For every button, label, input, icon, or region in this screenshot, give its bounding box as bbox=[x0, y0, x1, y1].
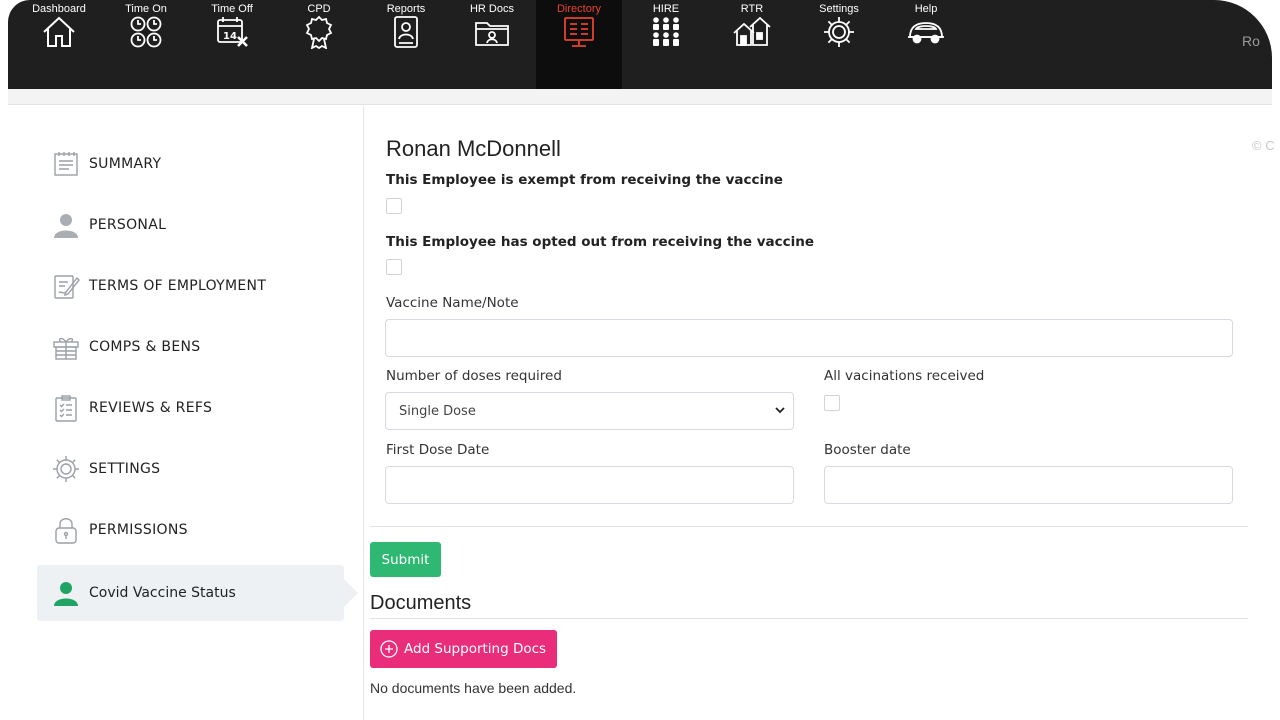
sidebar: SUMMARY PERSONAL TERMS OF EMPLOYMENT COM… bbox=[0, 106, 364, 720]
all-received-checkbox[interactable] bbox=[824, 395, 840, 411]
add-supporting-docs-label: Add Supporting Docs bbox=[404, 641, 547, 657]
nav-item-time-off[interactable]: 14 Time Off bbox=[189, 0, 275, 89]
report-icon bbox=[386, 14, 426, 50]
people-grid-icon bbox=[646, 14, 686, 50]
nav-item-dashboard[interactable]: Dashboard bbox=[16, 0, 102, 89]
submit-button[interactable]: Submit bbox=[370, 542, 441, 577]
nav-item-help[interactable]: Help bbox=[883, 0, 969, 89]
sidebar-item-covid-vaccine-status[interactable]: Covid Vaccine Status bbox=[37, 565, 358, 621]
top-navigation-bar: Dashboard Time On 14 Time Off CPD Report… bbox=[8, 0, 1272, 89]
nav-item-directory[interactable]: Directory bbox=[536, 0, 622, 89]
summary-icon bbox=[51, 149, 81, 179]
nav-underline bbox=[8, 89, 1272, 105]
lock-icon bbox=[51, 515, 81, 545]
car-icon bbox=[906, 14, 946, 50]
clock-grid-icon bbox=[126, 14, 166, 50]
optout-label: This Employee has opted out from receivi… bbox=[386, 234, 815, 250]
doses-label: Number of doses required bbox=[386, 368, 562, 384]
no-documents-text: No documents have been added. bbox=[370, 680, 577, 696]
award-icon bbox=[299, 14, 339, 50]
copyright-text: © C bbox=[1252, 138, 1275, 153]
documents-title: Documents bbox=[370, 592, 472, 614]
employee-name: Ronan McDonnell bbox=[386, 136, 561, 161]
doses-select-value: Single Dose bbox=[399, 403, 476, 419]
optout-checkbox[interactable] bbox=[386, 259, 402, 275]
chevron-down-icon bbox=[775, 407, 785, 414]
plus-circle-icon bbox=[380, 640, 398, 658]
vaccine-name-input[interactable] bbox=[385, 319, 1233, 357]
first-dose-input[interactable] bbox=[385, 466, 794, 504]
sidebar-item-reviews-refs[interactable]: REVIEWS & REFS bbox=[37, 380, 344, 436]
form-divider bbox=[370, 526, 1248, 527]
gear-icon bbox=[51, 454, 81, 484]
gift-icon bbox=[51, 332, 81, 362]
calendar-x-icon: 14 bbox=[212, 14, 252, 50]
add-supporting-docs-button[interactable]: Add Supporting Docs bbox=[370, 630, 557, 668]
person-icon bbox=[51, 578, 81, 608]
doses-select[interactable]: Single Dose bbox=[385, 392, 794, 430]
nav-item-hire[interactable]: HIRE bbox=[623, 0, 709, 89]
exempt-label: This Employee is exempt from receiving t… bbox=[386, 172, 783, 188]
folder-icon bbox=[472, 14, 512, 50]
house-icon bbox=[39, 14, 79, 50]
user-name[interactable]: Ro bbox=[1242, 33, 1260, 49]
sidebar-item-settings[interactable]: SETTINGS bbox=[37, 441, 344, 497]
nav-item-hr-docs[interactable]: HR Docs bbox=[449, 0, 535, 89]
contract-icon bbox=[51, 271, 81, 301]
exempt-checkbox[interactable] bbox=[386, 198, 402, 214]
houses-icon bbox=[732, 14, 772, 50]
sidebar-item-terms-of-employment[interactable]: TERMS OF EMPLOYMENT bbox=[37, 258, 344, 314]
booster-input[interactable] bbox=[824, 466, 1233, 504]
person-icon bbox=[51, 210, 81, 240]
vaccine-name-label: Vaccine Name/Note bbox=[386, 295, 519, 311]
nav-item-cpd[interactable]: CPD bbox=[276, 0, 362, 89]
svg-text:14: 14 bbox=[223, 31, 237, 42]
nav-item-rtr[interactable]: RTR bbox=[709, 0, 795, 89]
nav-item-time-on[interactable]: Time On bbox=[103, 0, 189, 89]
sidebar-item-personal[interactable]: PERSONAL bbox=[37, 197, 344, 253]
directory-icon bbox=[559, 14, 599, 50]
nav-item-reports[interactable]: Reports bbox=[363, 0, 449, 89]
sidebar-item-permissions[interactable]: PERMISSIONS bbox=[37, 502, 344, 558]
documents-divider bbox=[370, 618, 1248, 619]
gear-icon bbox=[819, 14, 859, 50]
sidebar-item-comps-bens[interactable]: COMPS & BENS bbox=[37, 319, 344, 375]
booster-label: Booster date bbox=[824, 442, 911, 458]
first-dose-label: First Dose Date bbox=[386, 442, 490, 458]
sidebar-item-summary[interactable]: SUMMARY bbox=[37, 136, 344, 192]
checklist-icon bbox=[51, 393, 81, 423]
all-received-label: All vacinations received bbox=[824, 368, 985, 384]
nav-item-settings[interactable]: Settings bbox=[796, 0, 882, 89]
